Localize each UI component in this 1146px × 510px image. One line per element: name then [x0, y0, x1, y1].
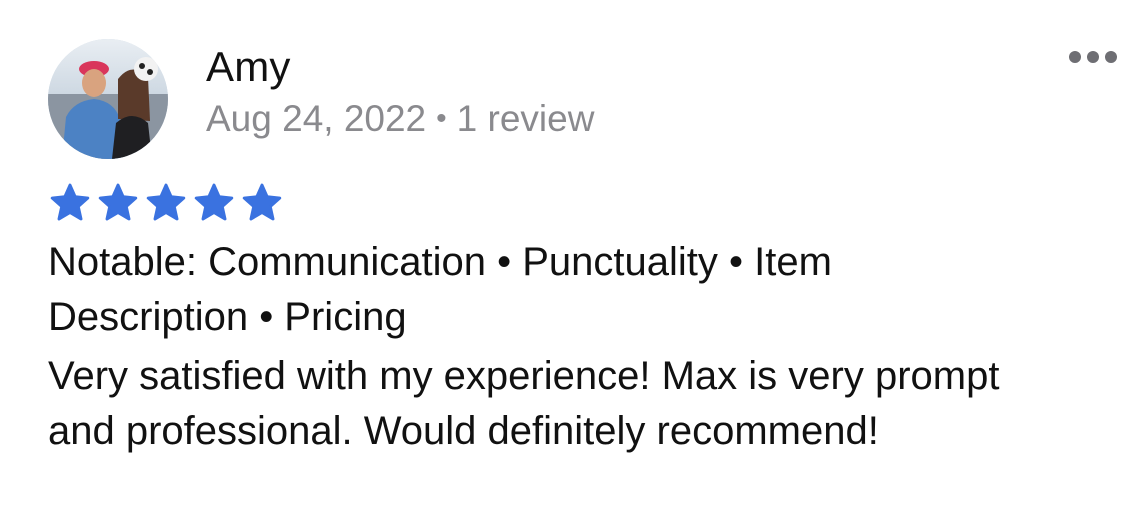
star-icon — [242, 183, 282, 221]
review-card: Amy Aug 24, 2022 • 1 review Notable: Commu… — [0, 0, 1146, 510]
more-horizontal-icon-dot — [1069, 51, 1081, 63]
star-icon — [194, 183, 234, 221]
meta-separator: • — [436, 102, 447, 135]
review-text-line: and professional. Would definitely recom… — [48, 409, 879, 453]
more-horizontal-icon-dot — [1087, 51, 1099, 63]
review-date: Aug 24, 2022 — [206, 98, 427, 139]
reviewer-avatar[interactable] — [48, 39, 168, 159]
more-options-button[interactable] — [1058, 40, 1128, 74]
review-text-line: Very satisfied with my experience! Max i… — [48, 354, 1000, 398]
reviewer-name[interactable]: Amy — [206, 42, 291, 92]
review-meta: Aug 24, 2022 • 1 review — [206, 96, 594, 145]
review-count[interactable]: 1 review — [457, 98, 595, 139]
more-horizontal-icon-dot — [1105, 51, 1117, 63]
notable-line: Notable: Communication • Punctuality • I… — [48, 240, 832, 284]
notable-tags: Notable: Communication • Punctuality • I… — [48, 235, 1128, 345]
star-icon — [50, 183, 90, 221]
star-icon — [98, 183, 138, 221]
notable-line: Description • Pricing — [48, 295, 407, 339]
star-rating — [47, 181, 285, 225]
review-text: Very satisfied with my experience! Max i… — [48, 349, 1133, 459]
star-icon — [146, 183, 186, 221]
